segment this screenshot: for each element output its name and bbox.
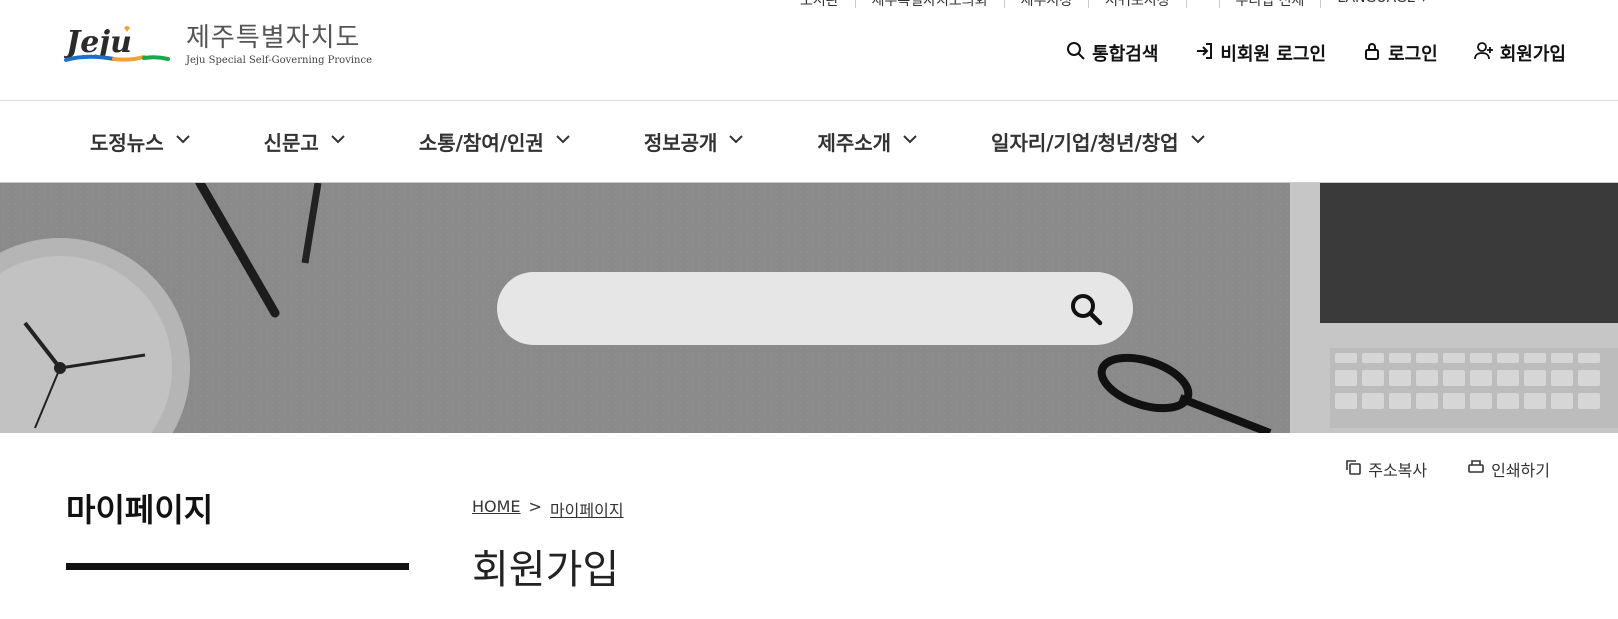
- auth-nav: 통합검색 비회원 로그인 로그인 회원가입: [1066, 40, 1566, 66]
- jeju-logo-mark: Jeju: [61, 22, 174, 66]
- signup-link[interactable]: 회원가입: [1473, 40, 1566, 66]
- chevron-down-icon: [329, 129, 347, 153]
- search-icon: [1071, 294, 1103, 326]
- chevron-down-icon: [727, 129, 745, 153]
- site-header: Jeju 제주특별자치도 Jeju Special Self-Governing…: [0, 0, 1618, 101]
- chevron-down-icon: [901, 129, 919, 153]
- hero-search-button[interactable]: [1069, 292, 1103, 326]
- hero-search-input[interactable]: [527, 272, 1051, 347]
- gnb-item-label: 도정뉴스: [90, 130, 164, 155]
- integrated-search-link[interactable]: 통합검색: [1066, 40, 1158, 66]
- print-label: 인쇄하기: [1491, 461, 1550, 480]
- breadcrumb-separator: >: [528, 497, 542, 516]
- page-title: 회원가입: [472, 547, 620, 593]
- gnb-item-label: 일자리/기업/청년/창업: [991, 130, 1179, 155]
- hero-search-banner: [0, 183, 1618, 433]
- chevron-down-icon: [174, 129, 192, 153]
- add-user-icon: [1473, 41, 1494, 66]
- login-arrow-icon: [1194, 41, 1214, 66]
- chevron-down-icon: [554, 129, 572, 153]
- integrated-search-label: 통합검색: [1092, 44, 1159, 65]
- gnb-item-label: 신문고: [263, 130, 319, 155]
- print-icon: [1467, 458, 1485, 480]
- logo-title-en: Jeju Special Self-Governing Province: [186, 54, 372, 66]
- gnb-item-jobs[interactable]: 일자리/기업/청년/창업: [991, 127, 1207, 156]
- main-content: 마이페이지 주소복사 인쇄하기 HOME > 마이페이지 회원가입: [0, 433, 1618, 619]
- login-label: 로그인: [1388, 44, 1438, 65]
- page-tools: 주소복사 인쇄하기: [1344, 457, 1550, 481]
- gnb-item-communication[interactable]: 소통/참여/인권: [419, 127, 572, 156]
- site-logo[interactable]: Jeju 제주특별자치도 Jeju Special Self-Governing…: [61, 22, 372, 66]
- login-link[interactable]: 로그인: [1362, 40, 1438, 66]
- copy-icon: [1344, 458, 1362, 480]
- chevron-down-icon: [1189, 129, 1207, 153]
- guest-login-label: 비회원 로그인: [1220, 44, 1327, 65]
- print-button[interactable]: 인쇄하기: [1467, 457, 1550, 481]
- signup-label: 회원가입: [1499, 44, 1566, 65]
- logo-title-kr: 제주특별자치도: [186, 22, 361, 53]
- gnb-item-jeju-intro[interactable]: 제주소개: [817, 127, 919, 156]
- sidebar-divider: [66, 563, 409, 570]
- sidebar-title: 마이페이지: [66, 491, 214, 529]
- breadcrumb: HOME > 마이페이지: [472, 497, 624, 521]
- logo-text: 제주특별자치도 Jeju Special Self-Governing Prov…: [186, 23, 372, 66]
- copy-url-button[interactable]: 주소복사: [1344, 457, 1427, 481]
- gnb-item-label: 소통/참여/인권: [418, 130, 544, 155]
- breadcrumb-current-link[interactable]: 마이페이지: [550, 497, 624, 521]
- lock-icon: [1362, 41, 1382, 66]
- copy-url-label: 주소복사: [1368, 461, 1428, 480]
- gnb-item-info-disclosure[interactable]: 정보공개: [644, 127, 746, 156]
- breadcrumb-home-link[interactable]: HOME: [472, 497, 521, 521]
- global-nav: 도정뉴스 신문고 소통/참여/인권 정보공개 제주소개 일자리/기업/청년/창업: [0, 100, 1618, 183]
- gnb-item-label: 제주소개: [817, 130, 892, 155]
- hero-search-box: [497, 272, 1133, 347]
- gnb-item-dojeong-news[interactable]: 도정뉴스: [90, 127, 192, 156]
- guest-login-link[interactable]: 비회원 로그인: [1194, 40, 1326, 66]
- logo-mark-text: Jeju: [64, 25, 132, 60]
- gnb-item-label: 정보공개: [643, 130, 718, 155]
- search-icon: [1066, 41, 1086, 66]
- gnb-item-sinmungo[interactable]: 신문고: [264, 127, 347, 156]
